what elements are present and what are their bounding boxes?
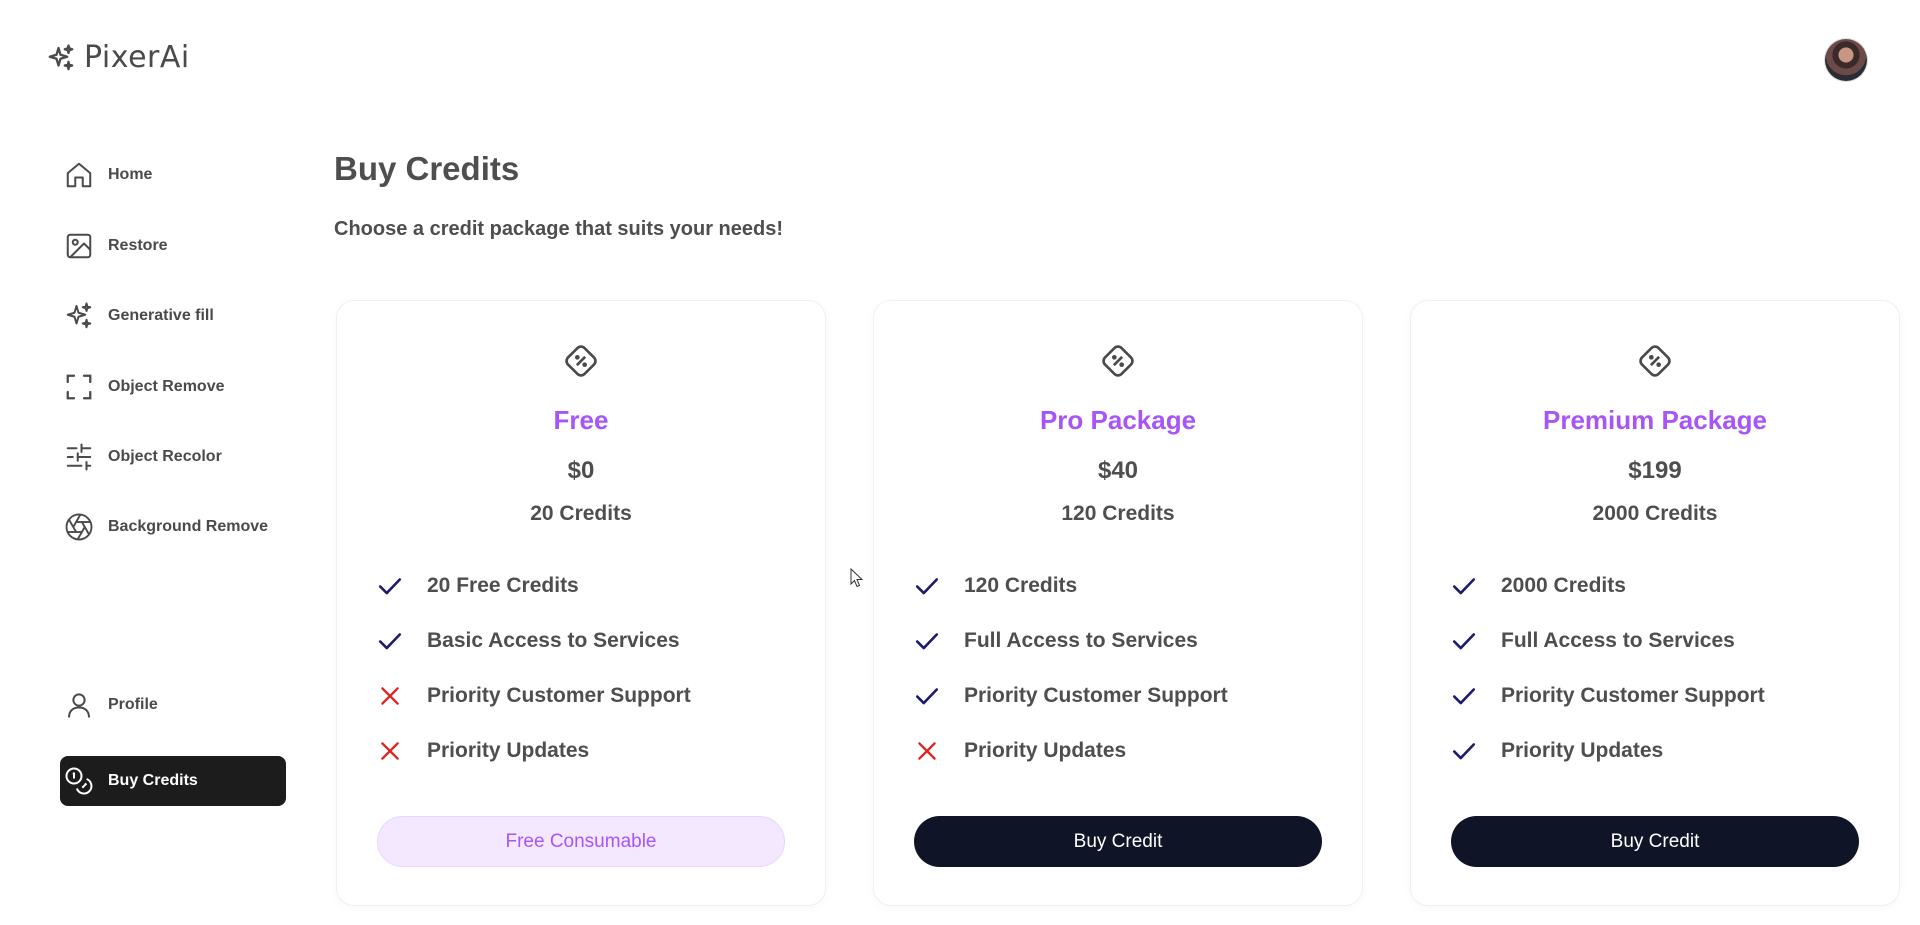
sidebar-item-home[interactable]: Home — [60, 150, 286, 200]
app-logo[interactable]: PixerAi — [46, 40, 190, 75]
feature-item: Priority Customer Support — [914, 681, 1228, 711]
sidebar-item-label: Object Remove — [108, 378, 225, 395]
sparkles-icon — [66, 302, 92, 329]
feature-text: Full Access to Services — [964, 629, 1198, 652]
discount-tag-icon — [565, 345, 597, 377]
logo-text: PixerAi — [84, 40, 190, 75]
feature-text: 2000 Credits — [1501, 574, 1626, 597]
plan-name: Pro Package — [1039, 405, 1197, 435]
check-icon — [915, 633, 939, 650]
sidebar-item-buy-credits[interactable]: Buy Credits — [60, 756, 286, 806]
feature-item: 20 Free Credits — [377, 571, 579, 601]
check-icon — [915, 578, 939, 595]
plan-credits: 20 Credits — [530, 502, 632, 525]
plan-card-pro: Pro Package $40 120 Credits 120 Credits … — [873, 300, 1363, 906]
sidebar-item-label: Restore — [108, 237, 168, 254]
sidebar-item-generative-fill[interactable]: Generative fill — [60, 291, 286, 341]
feature-item: 120 Credits — [914, 571, 1077, 601]
feature-text: Priority Customer Support — [964, 684, 1228, 707]
coins-icon — [65, 767, 93, 795]
feature-text: Basic Access to Services — [427, 629, 680, 652]
feature-text: Priority Updates — [427, 739, 590, 762]
home-icon — [66, 162, 92, 188]
plan-price: $40 — [1097, 457, 1139, 484]
feature-item: Priority Updates — [914, 736, 1126, 766]
feature-text: 120 Credits — [964, 574, 1078, 597]
sidebar-item-label: Generative fill — [108, 307, 214, 324]
page-subtitle: Choose a credit package that suits your … — [334, 218, 784, 240]
plan-credits: 2000 Credits — [1592, 502, 1718, 525]
sidebar-item-label: Buy Credits — [108, 772, 198, 789]
buy-credit-button[interactable]: Buy Credit — [1451, 816, 1859, 867]
feature-item: Priority Customer Support — [1451, 681, 1765, 711]
aperture-icon — [65, 513, 93, 541]
check-icon — [1452, 743, 1476, 760]
feature-text: Priority Customer Support — [427, 684, 691, 707]
sidebar-item-label: Object Recolor — [108, 448, 222, 465]
feature-text: Full Access to Services — [1501, 629, 1735, 652]
page-title: Buy Credits — [334, 150, 520, 187]
sidebar-item-object-remove[interactable]: Object Remove — [60, 362, 286, 412]
cross-icon — [918, 742, 936, 760]
feature-text: 20 Free Credits — [427, 574, 579, 597]
sidebar-item-restore[interactable]: Restore — [60, 221, 286, 271]
cross-icon — [381, 687, 399, 705]
user-icon — [68, 693, 90, 718]
check-icon — [378, 578, 402, 595]
sidebar-item-profile[interactable]: Profile — [60, 680, 286, 730]
feature-item: Full Access to Services — [1451, 626, 1735, 656]
free-consumable-button[interactable]: Free Consumable — [377, 816, 785, 867]
discount-tag-icon — [1639, 345, 1671, 377]
plan-card-premium: Premium Package $199 2000 Credits 2000 C… — [1410, 300, 1900, 906]
check-icon — [1452, 578, 1476, 595]
sparkles-icon — [48, 43, 74, 70]
scan-frame-icon — [66, 374, 92, 400]
plan-price: $199 — [1628, 457, 1682, 484]
sidebar-item-label: Home — [108, 166, 153, 183]
user-avatar[interactable] — [1825, 39, 1867, 81]
feature-item: Full Access to Services — [914, 626, 1198, 656]
feature-text: Priority Updates — [1501, 739, 1664, 762]
feature-item: 2000 Credits — [1451, 571, 1626, 601]
plan-name: Free — [553, 405, 609, 435]
buy-credit-button[interactable]: Buy Credit — [914, 816, 1322, 867]
check-icon — [915, 688, 939, 705]
feature-item: Priority Updates — [377, 736, 589, 766]
sidebar-item-label: Background Remove — [108, 518, 269, 535]
feature-item: Priority Updates — [1451, 736, 1663, 766]
plan-price: $0 — [567, 457, 595, 484]
cross-icon — [381, 742, 399, 760]
feature-item: Basic Access to Services — [377, 626, 680, 656]
sidebar-item-object-recolor[interactable]: Object Recolor — [60, 432, 286, 482]
sidebar-item-label: Profile — [108, 696, 158, 713]
feature-text: Priority Customer Support — [1501, 684, 1765, 707]
feature-text: Priority Updates — [964, 739, 1127, 762]
plan-name: Premium Package — [1542, 405, 1767, 435]
check-icon — [1452, 688, 1476, 705]
mouse-cursor-icon — [850, 568, 864, 588]
check-icon — [378, 633, 402, 650]
image-icon — [66, 233, 92, 259]
sliders-icon — [66, 443, 92, 471]
discount-tag-icon — [1102, 345, 1134, 377]
feature-item: Priority Customer Support — [377, 681, 691, 711]
plan-card-free: Free $0 20 Credits 20 Free Credits Basic… — [336, 300, 826, 906]
plan-credits: 120 Credits — [1061, 502, 1175, 525]
check-icon — [1452, 633, 1476, 650]
sidebar-item-background-remove[interactable]: Background Remove — [60, 502, 286, 552]
